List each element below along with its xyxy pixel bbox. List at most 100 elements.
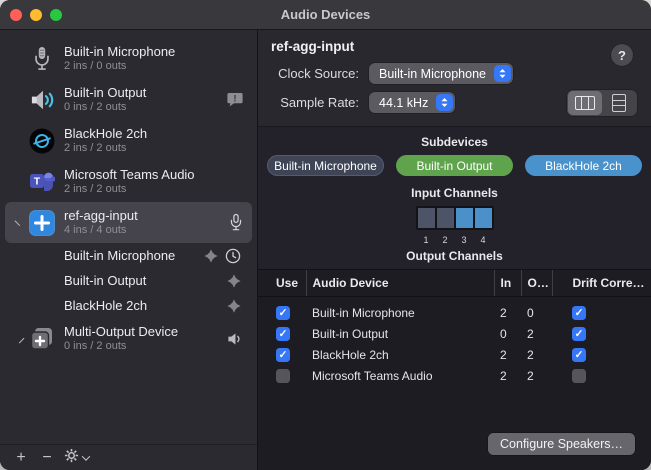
window-title: Audio Devices [0,7,651,22]
title-bar: Audio Devices [0,0,651,30]
output-channels-title: Output Channels [258,249,651,263]
table-header-row: UseAudio DeviceInO…Drift Correction [258,270,651,296]
column-header-audio-device[interactable]: Audio Device [306,270,494,296]
chevron-down-icon [82,452,90,460]
sample-rate-popup[interactable]: 44.1 kHz [369,92,455,113]
help-button[interactable]: ? [611,44,633,66]
table-row[interactable]: ✓Built-in Output02✓ [258,324,651,345]
drift-correction-checkbox[interactable]: ✓ [572,348,586,362]
close-button[interactable] [10,9,22,21]
device-title: ref-agg-input [271,39,637,54]
mic-outline-icon [229,213,243,232]
signal-burst-icon [227,299,241,313]
clock-source-popup[interactable]: Built-in Microphone [369,63,513,84]
audio-devices-window: Audio Devices Built-in Microphone2 ins /… [0,0,651,470]
rows-view-segment[interactable] [602,91,636,115]
signal-burst-icon [227,274,241,288]
subdevice-pill: BlackHole 2ch [525,155,642,176]
sidebar-subdevice-row[interactable]: Built-in Microphone [0,243,257,268]
column-header-in[interactable]: In [494,270,521,296]
traffic-lights [10,9,62,21]
input-channel-blocks [416,206,494,230]
device-name: Built-in Microphone [64,44,243,60]
drift-correction-checkbox[interactable]: ✓ [572,327,586,341]
microphone-icon [28,45,56,73]
subdevice-name: BlackHole 2ch [64,298,227,313]
device-name: BlackHole 2ch [64,126,243,142]
configure-speakers-button[interactable]: Configure Speakers… [488,433,635,455]
remove-device-button[interactable]: − [34,450,60,466]
subdevice-table-area: UseAudio DeviceInO…Drift Correction ✓ Bui… [258,270,651,470]
table-row[interactable]: ✓BlackHole 2ch22✓ [258,345,651,366]
use-checkbox[interactable]: ✓ [276,348,290,362]
actions-menu-button[interactable] [64,448,89,468]
subdevice-name: Built-in Output [64,273,227,288]
input-channels-title: Input Channels [258,186,651,200]
subdevice-name: Built-in Microphone [64,248,204,263]
channel-block [437,208,454,228]
device-list: Built-in Microphone2 ins / 0 outsBuilt-i… [0,30,257,444]
use-checkbox[interactable]: ✓ [276,306,290,320]
clock-source-value: Built-in Microphone [379,67,486,81]
minimize-button[interactable] [30,9,42,21]
sidebar-device-row[interactable]: TMicrosoft Teams Audio2 ins / 2 outs [0,161,257,202]
table-row[interactable]: Microsoft Teams Audio22 [258,366,651,387]
column-header-drift-correction[interactable]: Drift Correction [552,270,651,296]
drift-correction-checkbox[interactable] [572,369,586,383]
sidebar-device-row[interactable]: Multi-Output Device0 ins / 2 outs [0,318,257,359]
sidebar-subdevice-row[interactable]: BlackHole 2ch [0,293,257,318]
popup-chevrons-icon [494,65,511,82]
device-name: ref-agg-input [64,208,229,224]
device-io-detail: 0 ins / 2 outs [64,101,227,115]
sidebar-device-row[interactable]: ref-agg-input4 ins / 4 outs [5,202,252,243]
row-in-count: 0 [494,324,521,345]
channel-number: 4 [475,235,492,245]
device-io-detail: 2 ins / 2 outs [64,142,243,156]
row-device-name: BlackHole 2ch [306,345,494,366]
table-row[interactable]: ✓Built-in Microphone20✓ [258,303,651,324]
svg-text:T: T [34,175,41,187]
zoom-button[interactable] [50,9,62,21]
chevron-down-icon[interactable] [14,216,24,226]
column-header-use[interactable]: Use [258,270,306,296]
sidebar-device-row[interactable]: BlackHole 2ch2 ins / 2 outs [0,120,257,161]
sidebar-device-row[interactable]: Built-in Output0 ins / 2 outs! [0,79,257,120]
chevron-right-icon[interactable] [14,334,24,344]
input-channel-numbers: 1234 [258,235,651,245]
row-device-name: Built-in Microphone [306,303,494,324]
device-name: Microsoft Teams Audio [64,167,243,183]
sidebar-device-row[interactable]: Built-in Microphone2 ins / 0 outs [0,38,257,79]
columns-view-segment[interactable] [568,91,602,115]
subdevice-pill: Built-in Output [396,155,513,176]
device-name: Multi-Output Device [64,324,227,340]
detail-header: ref-agg-input ? Clock Source: Built-in M… [258,30,651,127]
rows-view-icon [612,94,626,112]
view-mode-segmented-control [567,90,637,116]
row-in-count: 2 [494,366,521,387]
speaker-waves-icon [28,86,56,114]
column-header-o[interactable]: O… [521,270,552,296]
channel-number: 3 [456,235,473,245]
channel-number: 1 [418,235,435,245]
columns-view-icon [575,96,595,110]
device-detail-panel: ref-agg-input ? Clock Source: Built-in M… [258,30,651,470]
svg-text:!: ! [234,94,237,104]
subdevice-table: UseAudio DeviceInO…Drift Correction ✓ Bui… [258,270,651,387]
use-checkbox[interactable] [276,369,290,383]
sample-rate-value: 44.1 kHz [379,96,428,110]
row-out-count: 0 [521,303,552,324]
drift-correction-checkbox[interactable]: ✓ [572,306,586,320]
row-device-name: Microsoft Teams Audio [306,366,494,387]
channel-block [418,208,435,228]
channels-overview: Subdevices Built-in MicrophoneBuilt-in O… [258,127,651,270]
sidebar-subdevice-row[interactable]: Built-in Output [0,268,257,293]
use-checkbox[interactable]: ✓ [276,327,290,341]
sidebar-toolbar: + − [0,444,257,470]
subdevice-pill: Built-in Microphone [267,155,384,176]
row-out-count: 2 [521,366,552,387]
channel-block [475,208,492,228]
row-in-count: 2 [494,345,521,366]
multi-output-icon [28,325,56,353]
add-device-button[interactable]: + [8,450,34,466]
row-device-name: Built-in Output [306,324,494,345]
